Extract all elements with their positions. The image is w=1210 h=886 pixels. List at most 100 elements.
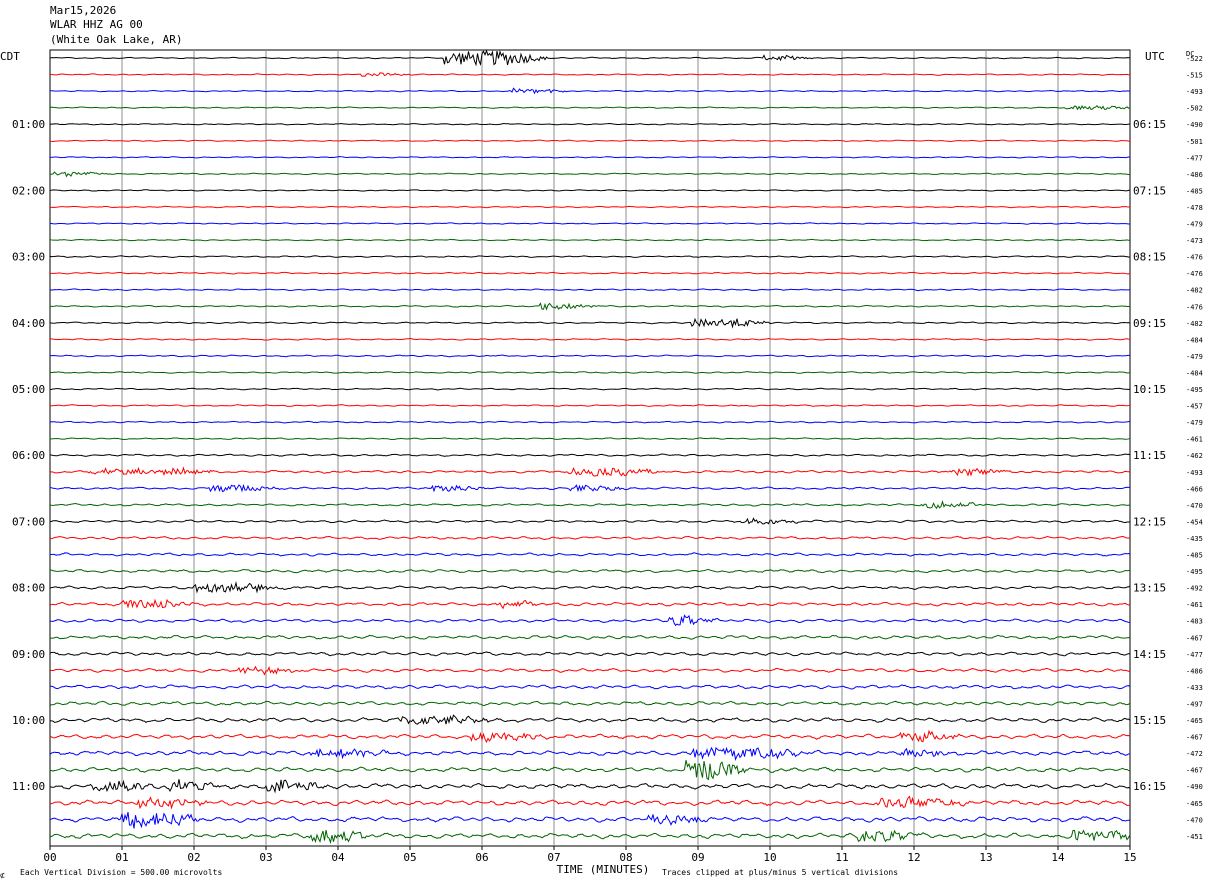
trace-line [49,568,1131,574]
dc-offset-label: -476 [1186,303,1203,311]
right-hour-label: 06:15 [1133,118,1166,131]
trace-line [49,795,1131,810]
trace-line [49,499,1131,510]
dc-offset-label: -451 [1186,833,1203,841]
dc-offset-label: -477 [1186,651,1203,659]
x-tick-label: 04 [331,851,345,864]
trace-line [49,614,1131,627]
helicorder-chart: CDT UTC DC01:0002:0003:0004:0005:0006:0007… [0,49,1203,880]
trace-line [49,437,1131,441]
trace-line [49,49,1131,67]
trace-line [49,371,1131,374]
x-axis-title: TIME (MINUTES) [557,863,650,876]
left-hour-label: 01:00 [12,118,45,131]
trace-line [49,288,1131,292]
dc-offset-label: -482 [1186,320,1203,328]
dc-offset-label: -479 [1186,221,1203,229]
left-hour-label: 06:00 [12,449,45,462]
trace-line [49,665,1131,676]
clip-note: Traces clipped at plus/minus 5 vertical … [662,868,898,877]
trace-line [49,105,1131,111]
x-tick-label: 11 [835,851,848,864]
dc-offset-label: -493 [1186,469,1203,477]
x-tick-label: 03 [259,851,272,864]
right-hour-label: 11:15 [1133,449,1166,462]
dc-offset-label: -433 [1186,684,1203,692]
trace-line [49,205,1130,209]
dc-offset-label: -472 [1186,750,1203,758]
dc-offset-label: -483 [1186,618,1203,626]
trace-line [49,779,1131,794]
dc-offset-label: -522 [1186,55,1203,63]
dc-offset-label: -482 [1186,287,1203,295]
trace-line [49,317,1131,329]
dc-offset-label: -493 [1186,88,1203,96]
dc-offset-label: -465 [1186,717,1203,725]
header-date: Mar15,2026 [50,4,117,17]
dc-offset-label: -478 [1186,204,1203,212]
x-tick-label: 02 [187,851,200,864]
trace-line [49,420,1131,424]
trace-line [49,302,1131,311]
right-hour-label: 12:15 [1133,515,1166,528]
trace-line [49,222,1131,225]
scale-note: Each Vertical Division = 500.00 microvol… [20,868,222,877]
left-hour-label: 07:00 [12,515,45,528]
dc-offset-label: -454 [1186,518,1203,526]
dc-offset-label: -461 [1186,601,1203,609]
dc-offset-label: -476 [1186,254,1203,262]
dc-offset-label: -497 [1186,700,1203,708]
left-hour-label: 11:00 [12,780,45,793]
trace-line [49,581,1131,594]
dc-offset-label: -515 [1186,72,1203,80]
trace-line [49,714,1131,725]
dc-offset-label: -476 [1186,270,1203,278]
dc-offset-label: -473 [1186,237,1203,245]
x-tick-label: 13 [979,851,992,864]
right-hour-label: 10:15 [1133,383,1166,396]
dc-offset-label: -492 [1186,585,1203,593]
dc-offset-label: -484 [1186,369,1203,377]
right-hour-label: 15:15 [1133,714,1166,727]
trace-line [49,634,1131,640]
trace-line [49,651,1131,657]
x-tick-label: 10 [763,851,776,864]
left-hour-label: 05:00 [12,383,45,396]
trace-line [49,72,1131,77]
dc-offset-label: -495 [1186,568,1203,576]
dc-offset-label: -477 [1186,154,1203,162]
trace-line [49,684,1131,690]
dc-offset-label: -490 [1186,121,1203,129]
left-hour-label: 10:00 [12,714,45,727]
trace-line [49,598,1131,610]
trace-line [49,387,1131,391]
trace-line [49,812,1131,829]
x-tick-label: 00 [43,851,56,864]
dc-offset-label: -465 [1186,800,1203,808]
left-hour-label: 02:00 [12,184,45,197]
right-hour-label: 16:15 [1133,780,1166,793]
dc-offset-label: -467 [1186,634,1203,642]
right-hour-label: 07:15 [1133,184,1166,197]
trace-line [49,483,1131,493]
left-hour-label: 04:00 [12,317,45,330]
x-tick-label: 01 [115,851,128,864]
trace-line [49,271,1131,275]
trace-line [49,122,1131,126]
trace-line [49,156,1131,159]
trace-line [49,87,1131,95]
dc-offset-label: -457 [1186,403,1203,411]
right-hour-label: 14:15 [1133,648,1166,661]
dc-offset-label: -495 [1186,386,1203,394]
trace-line [49,238,1131,242]
trace-line [49,354,1131,358]
trace-line [49,829,1131,845]
left-hour-label: 08:00 [12,582,45,595]
plot-frame [49,49,1131,847]
time-grid [49,49,1131,850]
dc-offset-label: -486 [1186,171,1203,179]
x-tick-label: 12 [907,851,920,864]
right-hour-label: 13:15 [1133,582,1166,595]
header-station: WLAR HHZ AG 00 [50,18,143,31]
dc-offset-label: -502 [1186,105,1203,113]
